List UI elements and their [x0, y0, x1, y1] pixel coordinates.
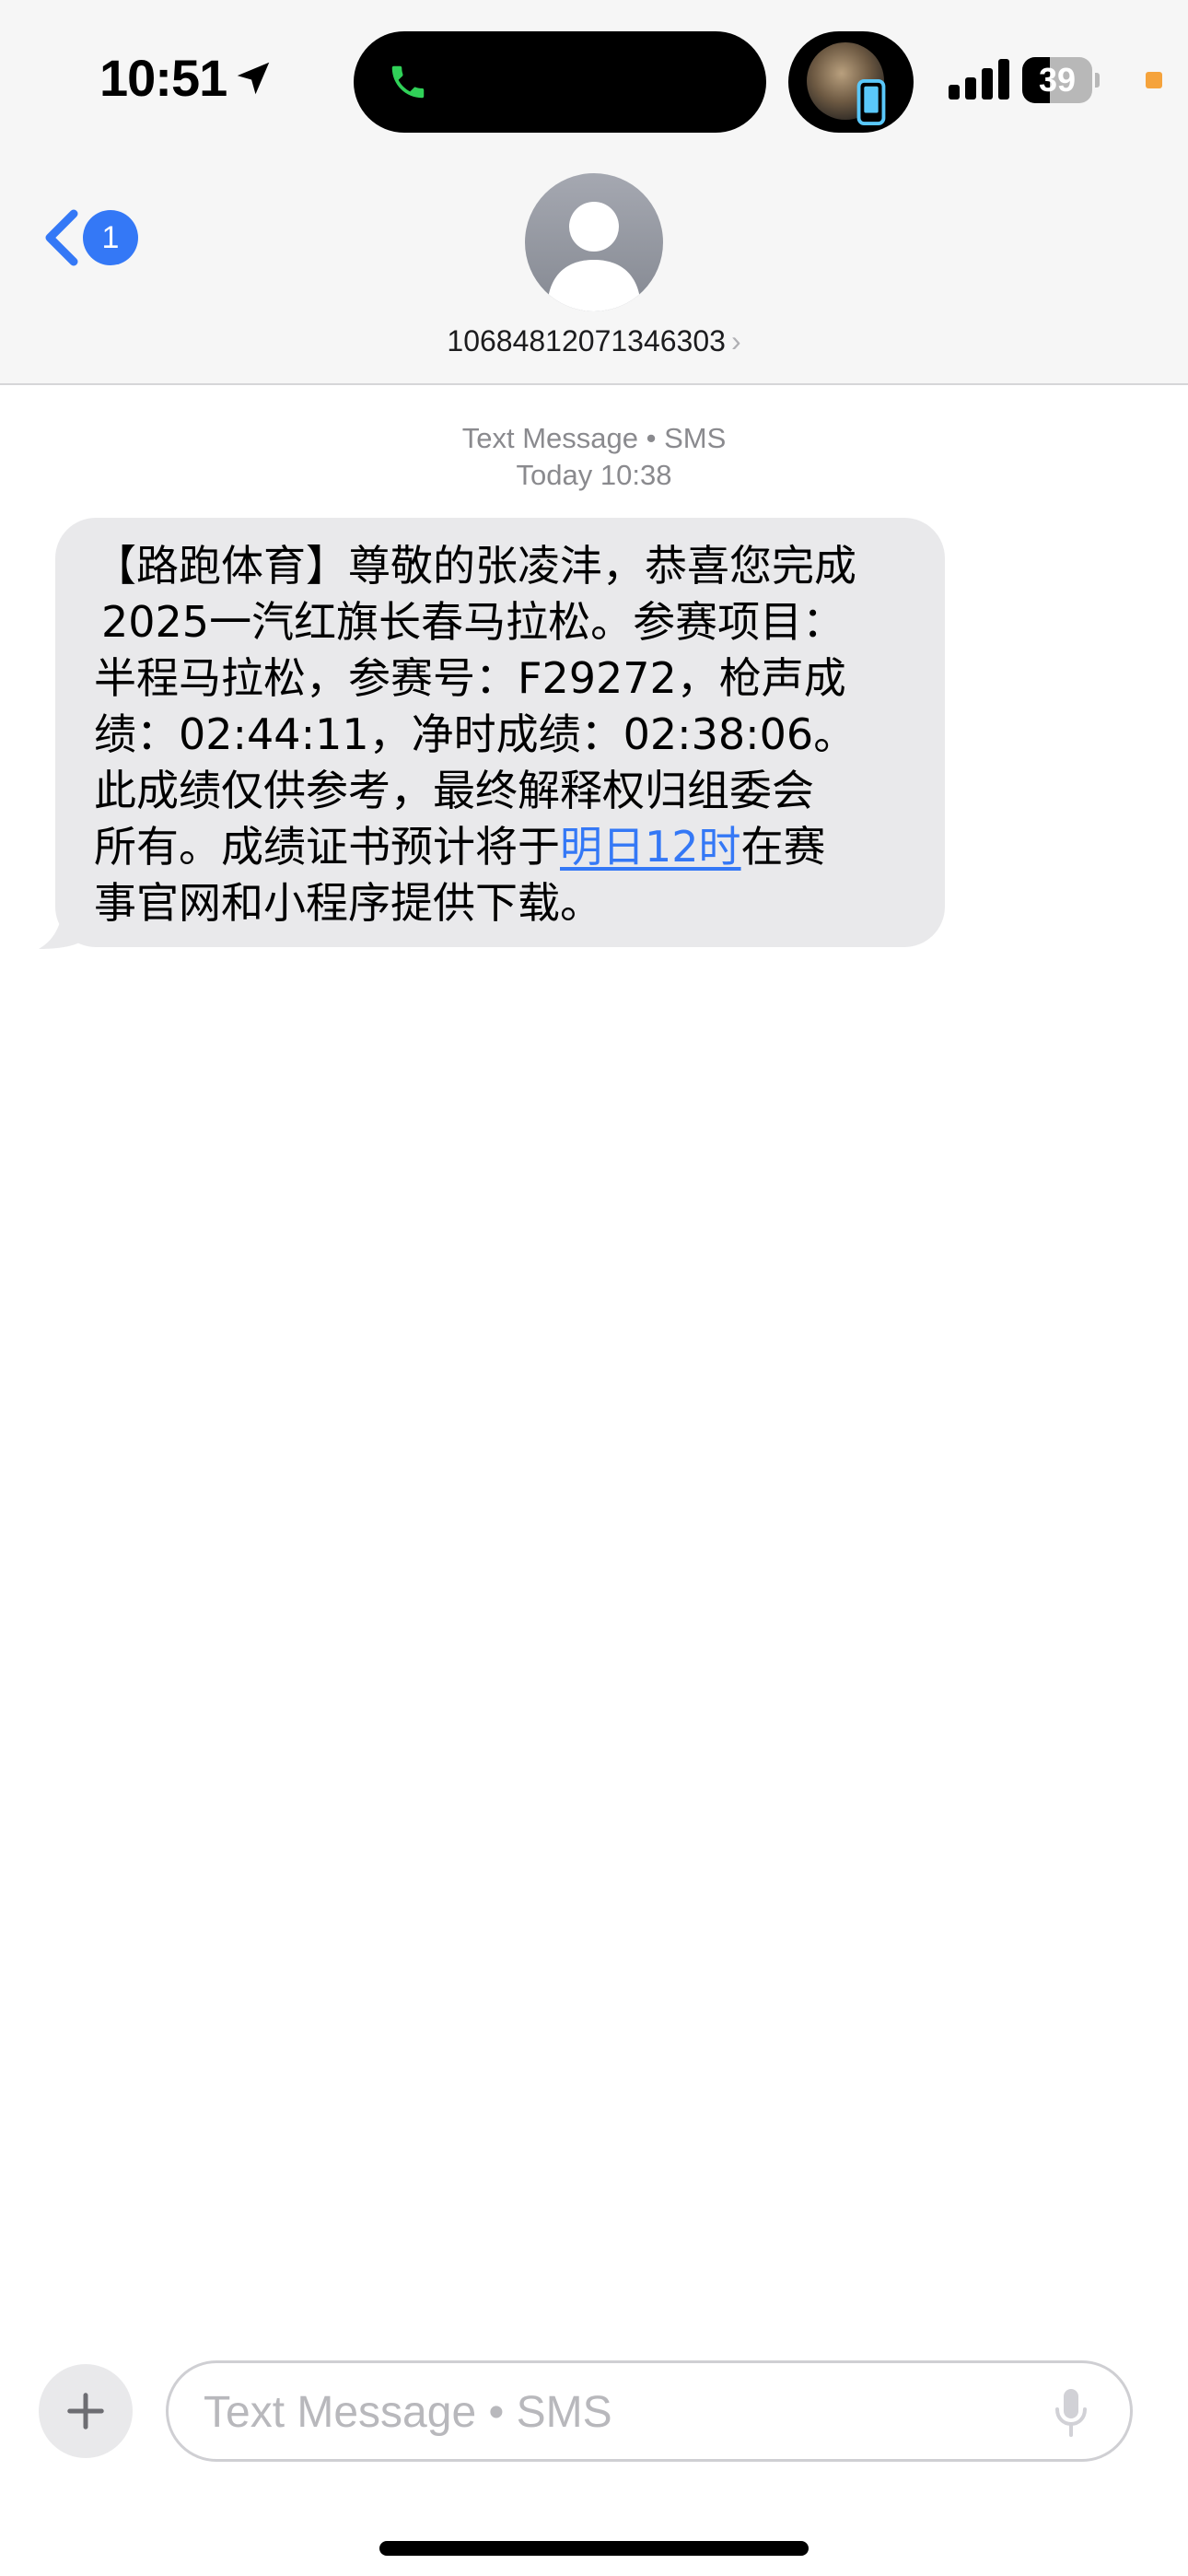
message-timestamp: Today 10:38 [516, 459, 672, 491]
conversation-header: 10:51 39 1 10684812071346303 › [0, 0, 1188, 385]
microphone-icon[interactable] [1053, 2387, 1089, 2439]
message-input[interactable] [204, 2382, 1032, 2442]
messages-screen: 10:51 39 1 10684812071346303 › Text Mess… [0, 0, 1188, 2576]
service-label: Text Message • SMS [461, 422, 727, 454]
battery-body: 39 [1022, 57, 1092, 103]
contact-name-button[interactable]: 10684812071346303 › [0, 324, 1188, 358]
contact-avatar[interactable] [525, 173, 663, 311]
home-indicator[interactable] [379, 2541, 809, 2556]
dynamic-island[interactable] [354, 31, 766, 133]
message-line: 半程马拉松，参赛号：F29272，枪声成 [94, 653, 846, 703]
battery-percentage: 39 [1038, 61, 1077, 99]
message-line: 【路跑体育】尊敬的张凌沣，恭喜您完成 [94, 541, 856, 591]
cellular-signal-icon [949, 59, 1009, 100]
status-bar-time: 10:51 [99, 48, 274, 108]
message-line: 此成绩仅供参考，最终解释权归组委会 [94, 766, 814, 815]
battery-icon: 39 [1022, 57, 1100, 103]
message-line: 所有。成绩证书预计将于明日12时在赛 [94, 819, 904, 875]
contact-name-text: 10684812071346303 [447, 324, 726, 357]
plus-icon [67, 2393, 104, 2430]
message-text: 所有。成绩证书预计将于 [94, 822, 560, 872]
back-button[interactable]: 1 [41, 205, 142, 271]
chevron-right-icon: › [730, 324, 741, 357]
date-time-link[interactable]: 明日12时 [560, 822, 741, 872]
live-activity-pill[interactable] [788, 31, 914, 133]
apps-plus-button[interactable] [39, 2364, 133, 2458]
message-line: 绩：02:44:11，净时成绩：02:38:06。 [94, 709, 856, 759]
person-silhouette-icon [547, 202, 641, 311]
location-arrow-icon [237, 62, 270, 94]
unread-count-badge: 1 [83, 210, 138, 265]
message-line: 2025一汽红旗长春马拉松。参赛项目： [101, 597, 845, 647]
message-line: 事官网和小程序提供下载。 [94, 878, 602, 928]
microphone-in-use-indicator [1146, 72, 1162, 88]
message-composer[interactable] [166, 2360, 1133, 2462]
message-bubble: 【路跑体育】尊敬的张凌沣，恭喜您完成 2025一汽红旗长春马拉松。参赛项目： 半… [55, 518, 945, 947]
battery-tip [1095, 73, 1100, 88]
received-message[interactable]: 【路跑体育】尊敬的张凌沣，恭喜您完成 2025一汽红旗长春马拉松。参赛项目： 半… [37, 518, 947, 951]
iphone-icon [856, 79, 886, 125]
chevron-left-icon [45, 209, 78, 266]
message-text: 在赛 [740, 822, 826, 872]
phone-call-icon [391, 65, 425, 99]
message-meta: Text Message • SMS Today 10:38 [0, 420, 1188, 494]
status-time-text: 10:51 [99, 49, 227, 107]
